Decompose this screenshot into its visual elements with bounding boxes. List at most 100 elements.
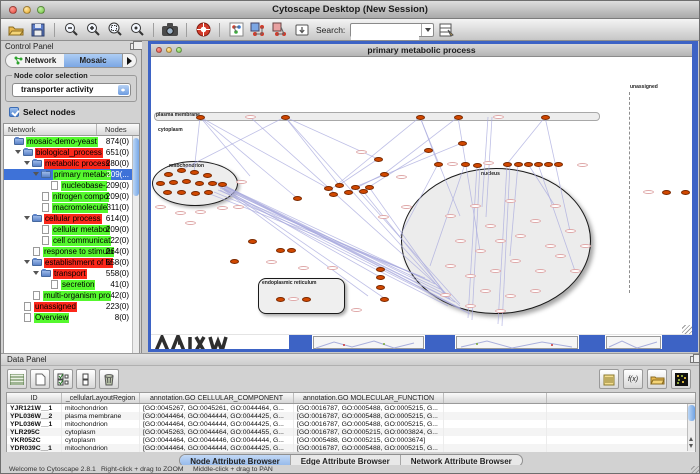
network-node[interactable] [156, 181, 165, 186]
tab-mosaic[interactable]: Mosaic [64, 54, 122, 67]
tree-row[interactable]: biological_process651(0) [4, 147, 132, 158]
float-panel-icon[interactable] [690, 356, 698, 363]
attribute-grid-button[interactable] [7, 369, 27, 389]
heatmap-button[interactable] [671, 369, 691, 389]
tree-row[interactable]: cell communicat22(0) [4, 235, 132, 246]
network-node[interactable] [374, 157, 383, 162]
network-node[interactable] [329, 192, 338, 197]
network-node[interactable] [541, 115, 550, 120]
app-resize-grip[interactable] [691, 466, 700, 474]
network-node[interactable] [534, 162, 543, 167]
network-node[interactable] [544, 162, 553, 167]
network-node[interactable] [218, 182, 227, 187]
network-node[interactable] [276, 248, 285, 253]
search-dropdown-arrow-icon[interactable] [421, 24, 433, 36]
scroll-down-icon[interactable] [688, 443, 694, 451]
network-node[interactable] [248, 239, 257, 244]
tree-row[interactable]: Overview8(0) [4, 312, 132, 323]
network-node[interactable] [424, 148, 433, 153]
network-node[interactable] [416, 115, 425, 120]
expand-triangle-icon[interactable] [15, 150, 21, 157]
network-node[interactable] [281, 115, 290, 120]
network-node[interactable] [204, 190, 213, 195]
network-node[interactable] [458, 141, 467, 146]
tree-row[interactable]: primary metabo209(... [4, 169, 132, 180]
network-node[interactable] [169, 180, 178, 185]
network-node[interactable] [196, 115, 205, 120]
network-node[interactable] [230, 259, 239, 264]
table-row[interactable]: YDR039C__1mitochondrion[GO:0044464, GO:0… [7, 444, 695, 452]
expand-triangle-icon[interactable] [33, 271, 39, 278]
attribute-browser-button[interactable] [436, 20, 456, 39]
window-resize-grip[interactable] [682, 325, 692, 334]
network-node[interactable] [177, 168, 186, 173]
network-node[interactable] [164, 172, 173, 177]
tree-scrollbar-thumb[interactable] [133, 138, 139, 196]
zoom-out-button[interactable] [61, 20, 81, 39]
network-node[interactable] [461, 162, 470, 167]
tree-column-network[interactable]: Network [4, 124, 97, 135]
tab-network[interactable]: Network [6, 54, 64, 67]
network-node[interactable] [434, 162, 443, 167]
network-node[interactable] [195, 181, 204, 186]
network-node[interactable] [514, 162, 523, 167]
search-input[interactable] [351, 28, 419, 40]
node-color-dropdown[interactable]: transporter activity [12, 83, 131, 97]
tree-row[interactable]: mosaic-demo-yeast874(0) [4, 136, 132, 147]
float-panel-icon[interactable] [130, 43, 138, 50]
tab-overflow-arrow[interactable] [122, 54, 136, 67]
network-node[interactable] [287, 248, 296, 253]
table-column-header[interactable]: annotation.GO CELLULAR_COMPONENT [140, 393, 294, 403]
background-window[interactable] [606, 336, 661, 349]
network-node[interactable] [276, 297, 285, 302]
tree-row[interactable]: response to stimulu264(0) [4, 246, 132, 257]
network-node[interactable] [208, 181, 217, 186]
network-node[interactable] [190, 170, 199, 175]
network-node[interactable] [376, 285, 385, 290]
select-nodes-checkbox[interactable] [9, 107, 19, 117]
network-node[interactable] [380, 172, 389, 177]
network-node[interactable] [662, 190, 671, 195]
tree-row[interactable]: metabolic process280(0) [4, 158, 132, 169]
import-attributes-button[interactable] [647, 369, 667, 389]
help-button[interactable] [193, 20, 213, 39]
window-close-button[interactable] [156, 47, 162, 53]
table-row[interactable]: YJR121W__1mitochondrion[GO:0045267, GO:0… [7, 404, 695, 412]
network-node[interactable] [177, 190, 186, 195]
network-node[interactable] [376, 267, 385, 272]
window-minimize-button[interactable] [166, 47, 172, 53]
zoom-fit-button[interactable] [105, 20, 125, 39]
save-session-button[interactable] [28, 20, 48, 39]
zoom-selected-button[interactable] [127, 20, 147, 39]
network-node[interactable] [344, 190, 353, 195]
network-node[interactable] [191, 191, 200, 196]
network-node[interactable] [524, 162, 533, 167]
apply-layout-button[interactable] [226, 20, 246, 39]
network-node[interactable] [182, 179, 191, 184]
background-window[interactable] [313, 336, 424, 349]
network-node[interactable] [376, 275, 385, 280]
background-window[interactable] [456, 336, 578, 349]
network-canvas[interactable]: plasma membrane cytoplasm mitochondrion … [151, 57, 692, 334]
tree-row[interactable]: secretion41(0) [4, 279, 132, 290]
network-node[interactable] [554, 162, 563, 167]
table-row[interactable]: YKR052Ccytoplasm[GO:0044464, GO:0044446,… [7, 436, 695, 444]
snapshot-button[interactable] [160, 20, 180, 39]
table-column-header[interactable]: annotation.GO MOLECULAR_FUNCTION [294, 393, 444, 403]
table-row[interactable]: YPL036W__1mitochondrion[GO:0044464, GO:0… [7, 420, 695, 428]
expand-triangle-icon[interactable] [24, 216, 30, 223]
network-node[interactable] [351, 185, 360, 190]
tree-row[interactable]: nucleobase-209(0) [4, 180, 132, 191]
window-zoom-button[interactable] [176, 47, 182, 53]
expand-triangle-icon[interactable] [24, 260, 30, 267]
network-node[interactable] [503, 162, 512, 167]
network-window-titlebar[interactable]: primary metabolic process [151, 44, 692, 57]
delete-attribute-button[interactable] [99, 369, 119, 389]
table-column-header[interactable]: ID [7, 393, 62, 403]
close-button[interactable] [9, 6, 17, 14]
tree-row[interactable]: establishment of lo558(0) [4, 257, 132, 268]
network-node[interactable] [454, 115, 463, 120]
formula-button[interactable]: f(x) [623, 369, 643, 389]
network-node[interactable] [163, 190, 172, 195]
new-attribute-button[interactable] [30, 369, 50, 389]
